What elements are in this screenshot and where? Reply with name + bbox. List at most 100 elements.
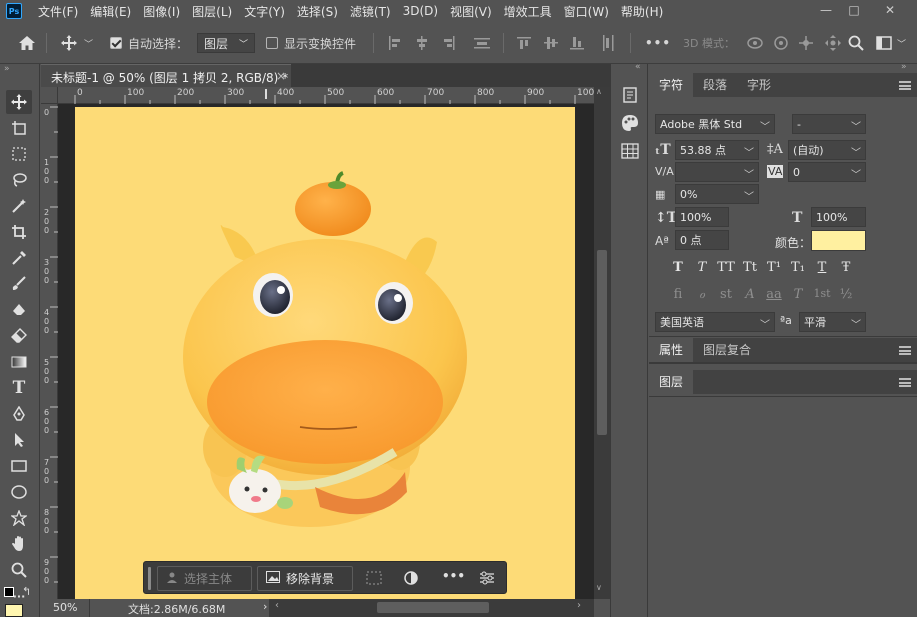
minimize-button[interactable]: — bbox=[814, 2, 838, 20]
collapse-arrows-icon[interactable]: » bbox=[4, 64, 10, 74]
superscript-button[interactable]: T¹ bbox=[762, 260, 786, 275]
menu-plugins[interactable]: 增效工具 bbox=[498, 3, 558, 20]
ordinals-button[interactable]: 1st bbox=[810, 287, 834, 302]
auto-select-target-dropdown[interactable]: 图层 ﹀ bbox=[197, 33, 255, 53]
menu-file[interactable]: 文件(F) bbox=[32, 3, 84, 20]
scroll-up-icon[interactable]: ∧ bbox=[596, 87, 602, 96]
pen-tool-icon[interactable] bbox=[6, 402, 32, 426]
crop-tool-icon[interactable] bbox=[6, 220, 32, 244]
drag-handle[interactable] bbox=[148, 567, 151, 590]
show-transform-checkbox[interactable] bbox=[266, 37, 278, 49]
swash-button[interactable]: A bbox=[738, 287, 762, 302]
underline-button[interactable]: T bbox=[810, 260, 834, 275]
tab-properties[interactable]: 属性 bbox=[649, 338, 694, 362]
faux-bold-button[interactable]: T bbox=[666, 260, 690, 275]
zoom-level[interactable]: 50% bbox=[53, 601, 77, 614]
swap-colors-icon[interactable]: ↰ bbox=[22, 585, 31, 598]
auto-select-target[interactable]: 图层 ﹀ bbox=[197, 22, 255, 64]
select-subject-button[interactable]: 选择主体 bbox=[157, 566, 252, 591]
sliders-icon[interactable] bbox=[479, 570, 495, 589]
faux-italic-button[interactable]: T bbox=[690, 260, 714, 275]
vertical-scale-field[interactable]: 100% bbox=[675, 207, 729, 227]
leading-field[interactable]: (自动) ﹀ bbox=[788, 140, 866, 160]
horizontal-scale-field[interactable]: 100% bbox=[811, 207, 866, 227]
tab-character[interactable]: 字符 bbox=[649, 73, 694, 97]
font-style-select[interactable]: - ﹀ bbox=[792, 114, 866, 134]
strikethrough-button[interactable]: Ŧ bbox=[834, 260, 858, 275]
auto-select-checkbox[interactable] bbox=[110, 37, 122, 49]
3d-orbit-icon[interactable] bbox=[746, 22, 764, 64]
move-tool-icon[interactable] bbox=[6, 90, 32, 114]
menu-window[interactable]: 窗口(W) bbox=[558, 3, 615, 20]
menu-edit[interactable]: 编辑(E) bbox=[84, 3, 137, 20]
home-icon[interactable] bbox=[18, 22, 36, 64]
panel-menu-icon[interactable] bbox=[899, 346, 911, 355]
object-select-tool-icon[interactable] bbox=[6, 194, 32, 218]
align-vcenter-icon[interactable] bbox=[544, 22, 558, 64]
gradient-tool-icon[interactable] bbox=[6, 350, 32, 374]
font-size-field[interactable]: 53.88 点 ﹀ bbox=[675, 140, 759, 160]
close-window-button[interactable]: ✕ bbox=[878, 2, 902, 20]
maximize-button[interactable]: □ bbox=[842, 2, 866, 20]
eyedropper-tool-icon[interactable] bbox=[6, 246, 32, 270]
move-tool-preset-icon[interactable]: ﹀ bbox=[60, 22, 93, 64]
font-family-select[interactable]: Adobe 黑体 Std ﹀ bbox=[655, 114, 775, 134]
expand-arrows-icon[interactable]: « bbox=[635, 62, 641, 72]
background-color-swatch[interactable] bbox=[5, 604, 23, 617]
panel-menu-icon[interactable] bbox=[899, 378, 911, 387]
stamp-tool-icon[interactable] bbox=[6, 298, 32, 322]
type-tool-icon[interactable]: T bbox=[6, 376, 32, 400]
search-icon[interactable] bbox=[848, 22, 864, 64]
adjustment-icon[interactable] bbox=[403, 570, 419, 589]
menu-help[interactable]: 帮助(H) bbox=[615, 3, 669, 20]
puppet-warp-icon[interactable] bbox=[6, 506, 32, 530]
3d-pan-icon[interactable] bbox=[798, 22, 814, 64]
menu-layer[interactable]: 图层(L) bbox=[186, 3, 238, 20]
subscript-button[interactable]: T₁ bbox=[786, 260, 810, 275]
ruler-origin[interactable] bbox=[41, 87, 58, 104]
horizontal-scrollbar[interactable]: ‹ › bbox=[269, 599, 594, 617]
tab-paragraph[interactable]: 段落 bbox=[693, 73, 737, 97]
hand-tool-icon[interactable] bbox=[6, 532, 32, 556]
chevron-right-icon[interactable]: › bbox=[263, 600, 267, 613]
text-color-swatch[interactable] bbox=[811, 230, 866, 251]
align-hcenter-icon[interactable] bbox=[415, 22, 429, 64]
antialias-select[interactable]: 平滑 ﹀ bbox=[799, 312, 866, 332]
align-top-icon[interactable] bbox=[517, 22, 531, 64]
scroll-left-icon[interactable]: ‹ bbox=[275, 600, 279, 611]
foreground-color-swatch[interactable] bbox=[4, 587, 14, 597]
menu-3d[interactable]: 3D(D) bbox=[397, 4, 444, 18]
horizontal-scroll-thumb[interactable] bbox=[377, 602, 489, 613]
history-panel-icon[interactable] bbox=[621, 86, 639, 107]
3d-roll-icon[interactable] bbox=[773, 22, 789, 64]
distribute-vertical-icon[interactable] bbox=[601, 22, 615, 64]
remove-background-button[interactable]: 移除背景 bbox=[257, 566, 353, 591]
scroll-right-icon[interactable]: › bbox=[577, 600, 581, 611]
titling-alternates-button[interactable]: T bbox=[786, 287, 810, 302]
tab-glyphs[interactable]: 字形 bbox=[737, 73, 781, 97]
document-canvas[interactable] bbox=[75, 107, 575, 599]
contextual-alternates-button[interactable]: ℴ bbox=[690, 287, 714, 302]
marquee-tool-icon[interactable] bbox=[6, 142, 32, 166]
path-select-tool-icon[interactable] bbox=[6, 428, 32, 452]
tsume-field[interactable]: 0% ﹀ bbox=[675, 184, 759, 204]
document-tab[interactable]: 未标题-1 @ 50% (图层 1 拷贝 2, RGB/8) * × bbox=[41, 64, 291, 87]
kerning-field[interactable]: ﹀ bbox=[675, 162, 759, 182]
document-size[interactable]: 文档:2.86M/6.68M bbox=[128, 601, 225, 617]
rectangle-tool-icon[interactable] bbox=[6, 454, 32, 478]
distribute-icon[interactable] bbox=[474, 22, 490, 64]
eraser-tool-icon[interactable] bbox=[6, 324, 32, 348]
menu-type[interactable]: 文字(Y) bbox=[238, 3, 291, 20]
menu-select[interactable]: 选择(S) bbox=[291, 3, 344, 20]
lasso-tool-icon[interactable] bbox=[6, 168, 32, 192]
swatches-grid-icon[interactable] bbox=[621, 143, 639, 162]
scroll-down-icon[interactable]: ∨ bbox=[596, 583, 602, 592]
fractions-button[interactable]: ½ bbox=[834, 287, 858, 302]
ellipse-tool-icon[interactable] bbox=[6, 480, 32, 504]
color-palette-icon[interactable] bbox=[621, 114, 639, 135]
tab-layers[interactable]: 图层 bbox=[649, 370, 694, 394]
vertical-scroll-thumb[interactable] bbox=[597, 250, 607, 435]
brush-tool-icon[interactable] bbox=[6, 272, 32, 296]
align-bottom-icon[interactable] bbox=[570, 22, 584, 64]
zoom-tool-icon[interactable] bbox=[6, 558, 32, 582]
